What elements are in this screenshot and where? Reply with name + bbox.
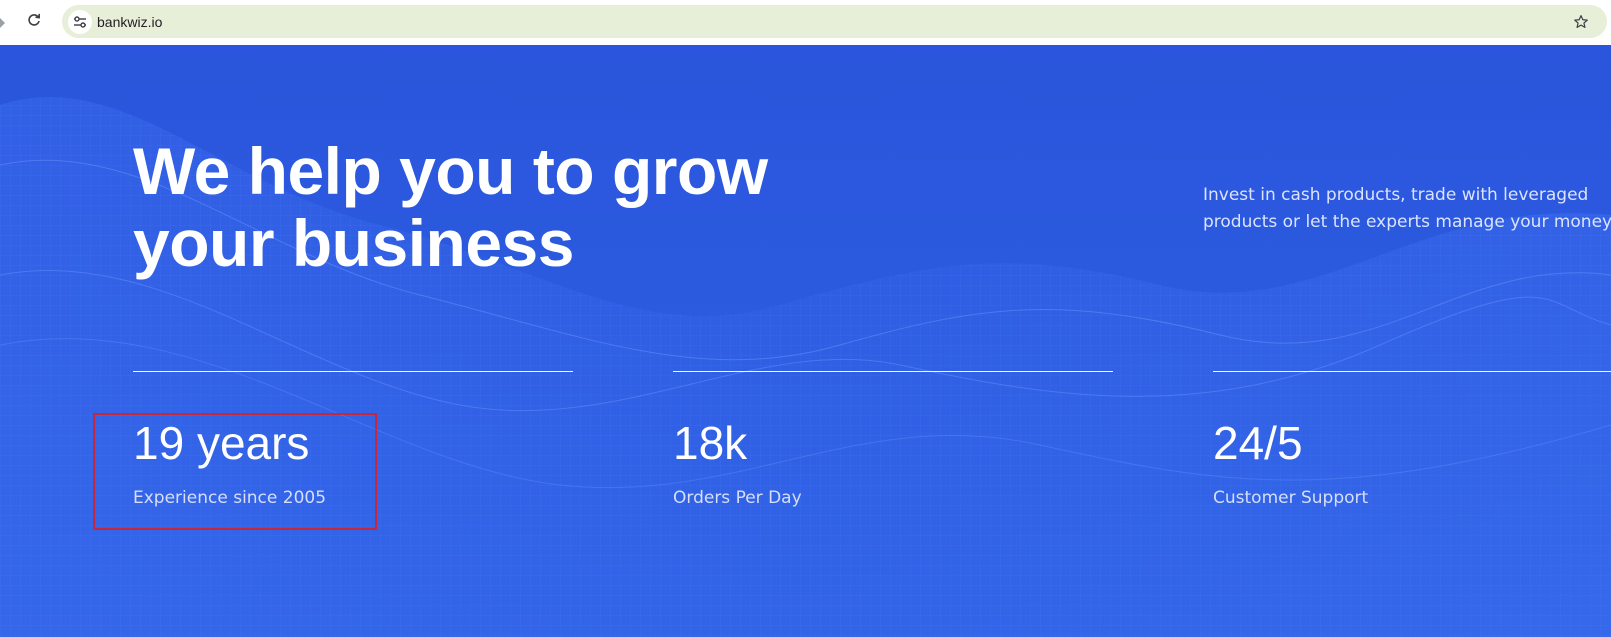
tagline-line-1: Invest in cash products, trade with leve…: [1203, 185, 1589, 205]
tagline-line-2: products or let the experts manage your …: [1203, 212, 1611, 232]
stat-label: Orders Per Day: [673, 488, 802, 508]
stat-divider: [133, 371, 573, 372]
stat-label: Customer Support: [1213, 488, 1369, 508]
hero-headline: We help you to grow your business: [133, 135, 853, 279]
stat-value: 24/5: [1213, 417, 1303, 469]
headline-regular: We help you to: [133, 134, 612, 208]
browser-toolbar: bankwiz.io: [0, 0, 1611, 45]
bookmark-star-icon[interactable]: [1571, 12, 1591, 32]
stat-divider: [673, 371, 1113, 372]
site-info-icon[interactable]: [68, 10, 92, 34]
stat-support: 24/5 Customer Support: [1213, 371, 1611, 509]
reload-icon[interactable]: [24, 10, 44, 30]
forward-icon[interactable]: [0, 15, 6, 28]
url-text[interactable]: bankwiz.io: [97, 14, 162, 30]
headline-bold-business: your business: [133, 206, 574, 280]
address-bar[interactable]: bankwiz.io: [62, 5, 1607, 38]
stat-orders: 18k Orders Per Day: [673, 371, 1113, 509]
highlight-annotation-box: [93, 413, 377, 530]
hero-tagline: Invest in cash products, trade with leve…: [1203, 182, 1611, 236]
stat-divider: [1213, 371, 1611, 372]
headline-bold-grow: grow: [611, 134, 768, 208]
hero-section: We help you to grow your business Invest…: [0, 45, 1611, 637]
stat-value: 18k: [673, 417, 748, 469]
